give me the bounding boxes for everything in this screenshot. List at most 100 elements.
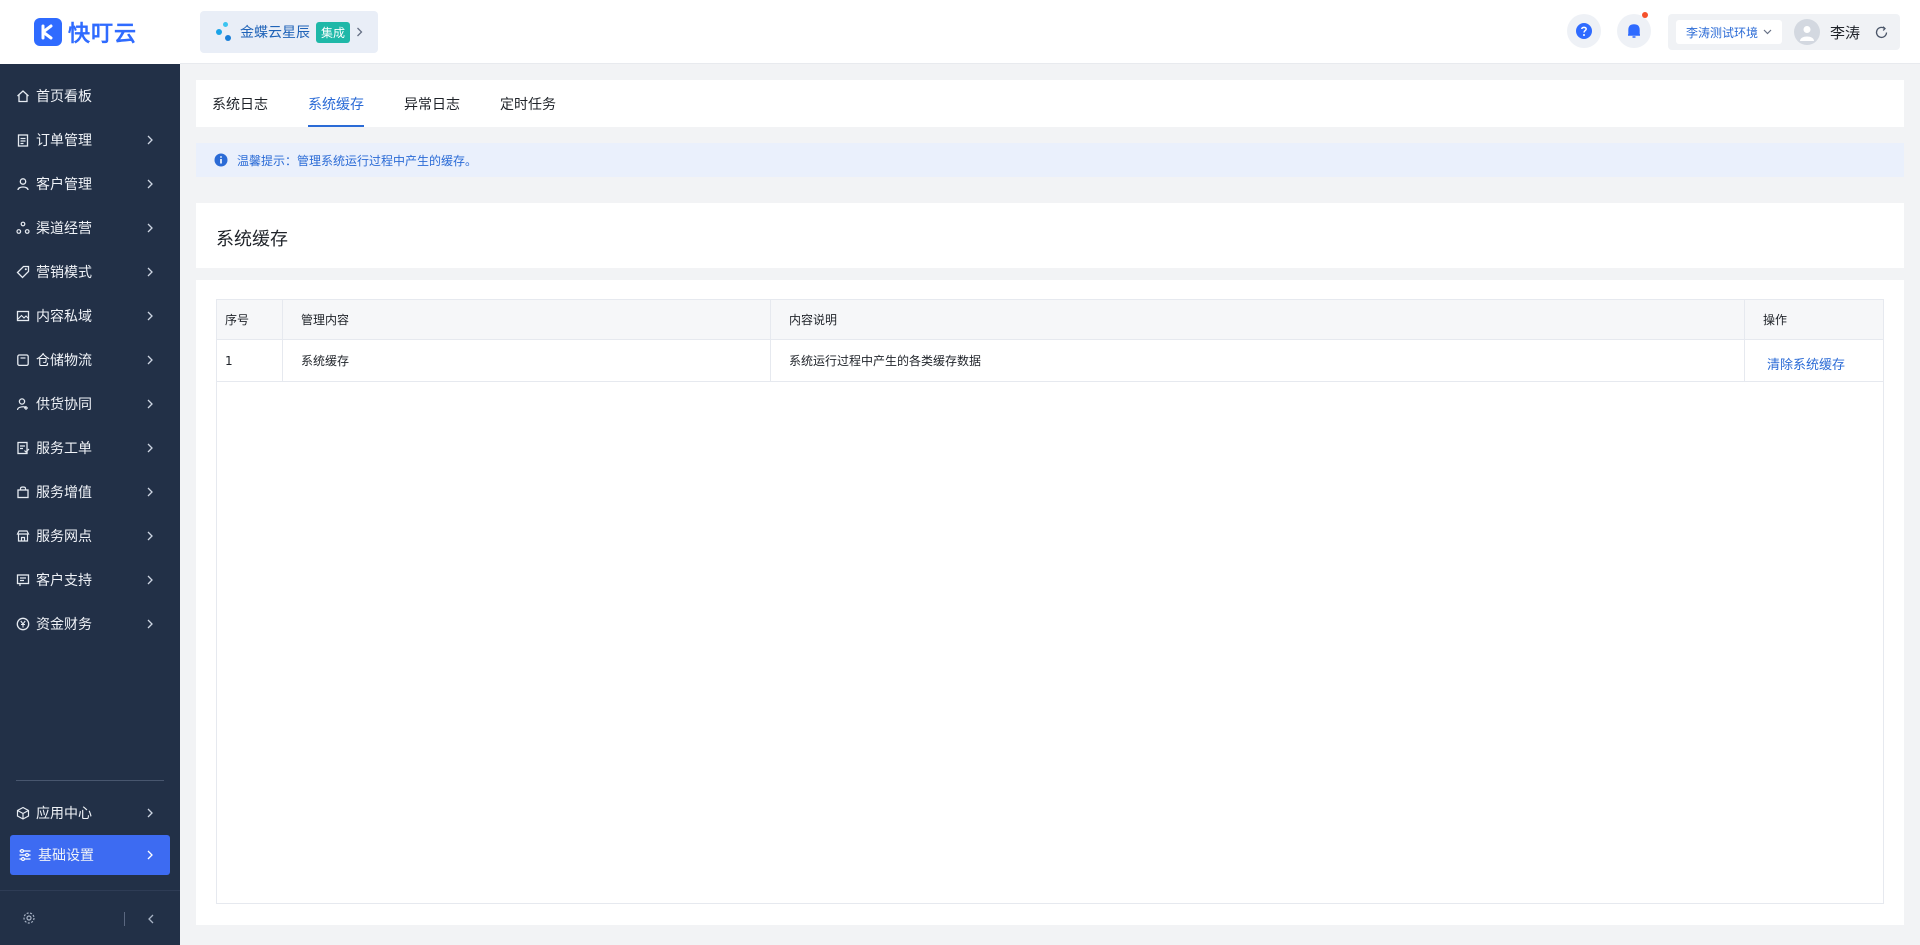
sidebar-footer [0,890,180,945]
chevron-down-icon [1763,29,1772,35]
sidebar-item-label: 首页看板 [36,89,92,105]
cube-icon [16,806,30,820]
sidebar-item-support[interactable]: 客户支持 [0,558,180,602]
table-header: 序号 管理内容 内容说明 操作 [217,300,1883,340]
sidebar-item-label: 渠道经营 [36,221,92,237]
sidebar-item-label: 应用中心 [36,806,92,822]
sidebar-item-orders[interactable]: 订单管理 [0,118,180,162]
logo-mark-icon [34,18,62,46]
sidebar-divider [16,780,164,781]
box-icon [16,353,30,367]
support-icon [16,573,30,587]
chevron-right-icon [146,441,154,455]
chevron-right-icon [146,617,154,631]
title-card: 系统缓存 [196,203,1904,268]
sidebar-item-customers[interactable]: 客户管理 [0,162,180,206]
sidebar-item-basic-settings[interactable]: 基础设置 [10,835,170,875]
user-icon [16,177,30,191]
column-header-action: 操作 [1763,313,1788,327]
sidebar-item-service-outlets[interactable]: 服务网点 [0,514,180,558]
bag-icon [16,485,30,499]
user-name[interactable]: 李涛 [1830,22,1860,43]
sidebar-bottom-menu: 应用中心 基础设置 [0,791,180,875]
sidebar-item-channels[interactable]: 渠道经营 [0,206,180,250]
tag-icon [16,265,30,279]
chevron-right-icon [146,221,154,235]
row-action-cell: 清除系统缓存 [1745,340,1885,381]
chevron-right-icon [146,353,154,367]
column-header-description: 内容说明 [771,300,1745,339]
app-name: 金蝶云星辰 [240,25,310,41]
help-button[interactable] [1567,14,1601,48]
tab-exception-log[interactable]: 异常日志 [404,94,460,127]
sidebar: 快叮云 首页看板 订单管理 客户管理 渠道经营 营销模式 内容私域 仓储物流 供… [0,0,180,945]
refresh-icon[interactable] [1874,25,1889,40]
page-title: 系统缓存 [216,229,288,250]
sidebar-item-content[interactable]: 内容私域 [0,294,180,338]
row-content: 系统缓存 [283,340,771,381]
yen-icon [16,617,30,631]
supplier-icon [16,397,30,411]
cache-table: 序号 管理内容 内容说明 操作 1 系统缓存 系统运行过程中产生的各类缓存数据 … [216,299,1884,904]
info-icon [214,153,228,167]
logo[interactable]: 快叮云 [0,0,180,64]
avatar-user-icon [1800,26,1815,41]
sidebar-item-warehouse[interactable]: 仓储物流 [0,338,180,382]
sidebar-item-finance[interactable]: 资金财务 [0,602,180,646]
avatar[interactable] [1794,19,1821,45]
sidebar-item-label: 内容私域 [36,309,92,325]
settings-gear-icon[interactable] [22,911,36,925]
top-header: 金蝶云星辰 集成 李涛测试环境 李涛 [180,0,1920,64]
sidebar-item-label: 客户支持 [36,573,92,589]
sidebar-item-value-added[interactable]: 服务增值 [0,470,180,514]
chevron-right-icon [146,309,154,323]
column-header-index: 序号 [217,300,283,339]
image-icon [16,309,30,323]
tip-text: 温馨提示：管理系统运行过程中产生的缓存。 [237,153,478,168]
notifications-button[interactable] [1617,12,1651,48]
user-area: 李涛测试环境 李涛 [1668,14,1900,50]
chevron-right-icon [146,529,154,543]
tab-system-cache[interactable]: 系统缓存 [308,94,364,127]
chevron-right-icon [146,848,154,862]
sidebar-item-label: 营销模式 [36,265,92,281]
sidebar-item-label: 资金财务 [36,617,92,633]
sidebar-item-label: 仓储物流 [36,353,92,369]
home-icon [16,89,30,103]
chevron-right-icon [146,806,154,820]
row-index: 1 [217,340,283,381]
sidebar-item-dashboard[interactable]: 首页看板 [0,74,180,118]
collapse-sidebar-icon[interactable] [147,912,155,926]
sidebar-item-app-center[interactable]: 应用中心 [0,791,180,835]
table-row: 1 系统缓存 系统运行过程中产生的各类缓存数据 清除系统缓存 [217,340,1883,382]
environment-select[interactable]: 李涛测试环境 [1676,20,1783,44]
clear-cache-button[interactable]: 清除系统缓存 [1745,354,1845,373]
bell-icon [1628,24,1640,38]
sidebar-item-label: 基础设置 [38,848,94,864]
chevron-right-icon [146,573,154,587]
sidebar-item-marketing[interactable]: 营销模式 [0,250,180,294]
store-icon [16,529,30,543]
chevron-right-icon [146,177,154,191]
chevron-right-icon [146,133,154,147]
row-description: 系统运行过程中产生的各类缓存数据 [771,340,1745,381]
app-switcher[interactable]: 金蝶云星辰 集成 [200,11,378,53]
sidebar-item-label: 服务网点 [36,529,92,545]
sidebar-item-service-tickets[interactable]: 服务工单 [0,426,180,470]
sidebar-item-label: 供货协同 [36,397,92,413]
environment-label: 李涛测试环境 [1686,25,1759,40]
table-card: 序号 管理内容 内容说明 操作 1 系统缓存 系统运行过程中产生的各类缓存数据 … [196,280,1904,925]
clipboard-icon [16,133,30,147]
chevron-right-icon [146,397,154,411]
notification-dot [1642,12,1648,18]
sidebar-item-supply[interactable]: 供货协同 [0,382,180,426]
sidebar-item-label: 订单管理 [36,133,92,149]
tab-system-log[interactable]: 系统日志 [212,94,268,127]
sliders-icon [18,848,32,862]
channel-icon [16,221,30,235]
chevron-right-icon [146,485,154,499]
tip-banner: 温馨提示：管理系统运行过程中产生的缓存。 [196,143,1904,177]
tab-bar: 系统日志 系统缓存 异常日志 定时任务 [196,80,1904,127]
tab-scheduled-tasks[interactable]: 定时任务 [500,94,556,127]
sidebar-menu: 首页看板 订单管理 客户管理 渠道经营 营销模式 内容私域 仓储物流 供货协同 … [0,64,180,646]
